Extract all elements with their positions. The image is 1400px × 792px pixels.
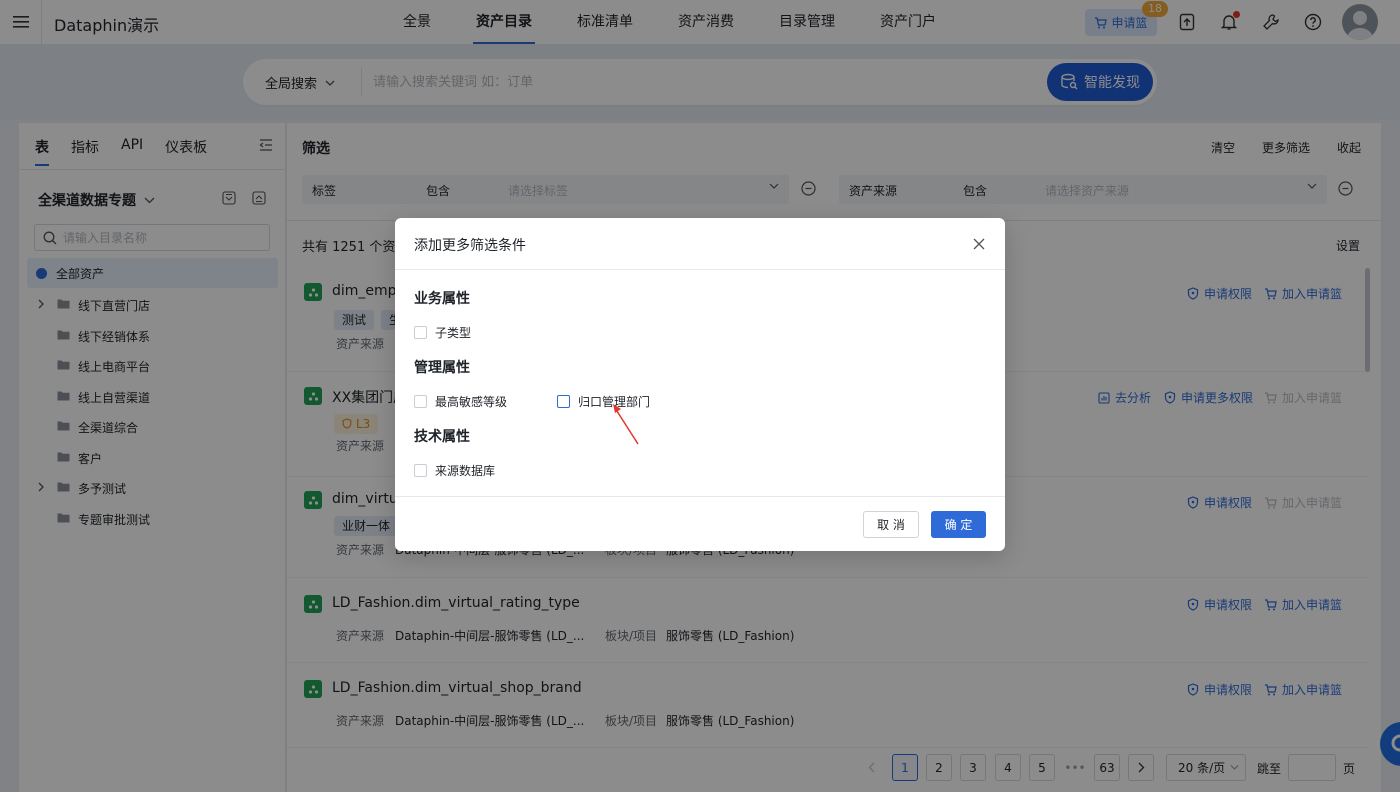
confirm-button[interactable]: 确 定 bbox=[931, 511, 986, 538]
dialog-footer-divider bbox=[395, 496, 1005, 497]
cancel-button[interactable]: 取 消 bbox=[863, 511, 919, 538]
annotation-arrow bbox=[613, 404, 639, 445]
add-filter-dialog: 添加更多筛选条件 业务属性 子类型 管理属性 最高敏感等级 归口管理部门 技术属… bbox=[395, 218, 1005, 551]
